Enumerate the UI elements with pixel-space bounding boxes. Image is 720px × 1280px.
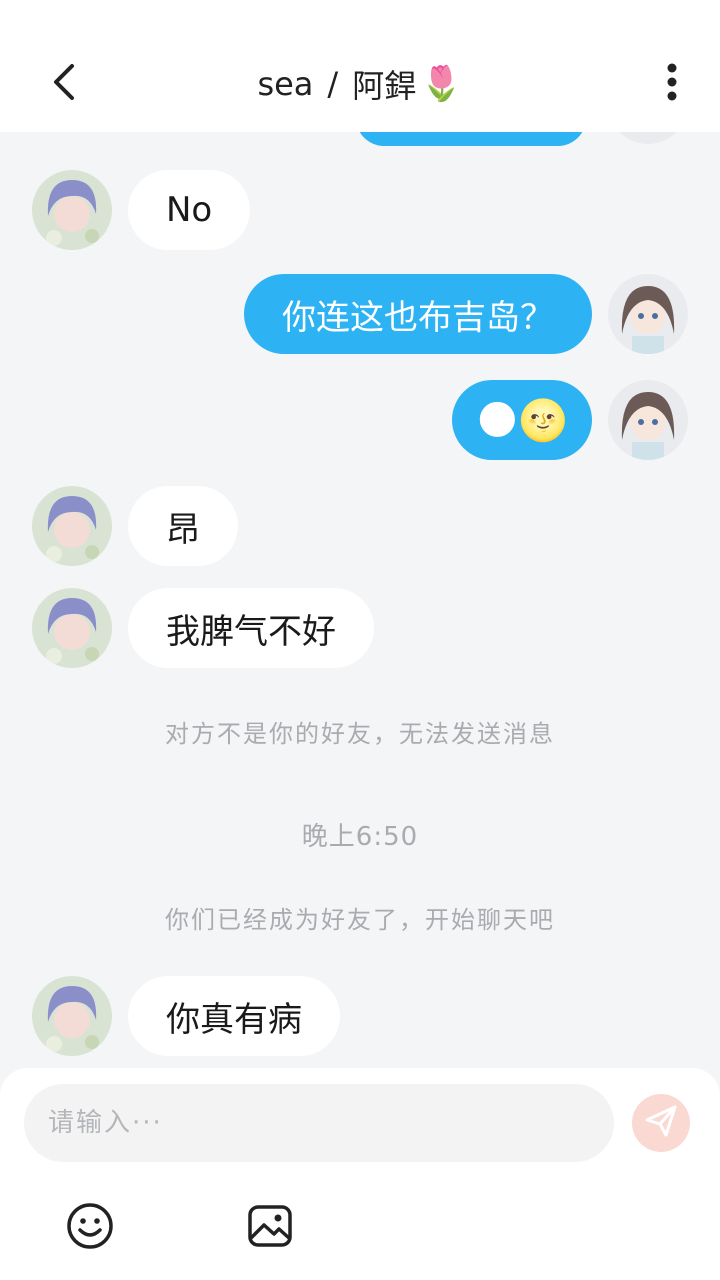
message-emoji: 🌑🌝	[476, 397, 568, 444]
message-text: No	[166, 190, 213, 230]
more-button[interactable]	[650, 62, 694, 106]
image-icon	[246, 1202, 294, 1254]
send-button[interactable]	[632, 1094, 690, 1152]
message-bubble[interactable]: 你真有病	[128, 976, 340, 1056]
message-bubble[interactable]: 🌑🌝	[452, 380, 592, 460]
timestamp: 晚上6:50	[301, 822, 419, 852]
system-notice-not-friend: 对方不是你的好友，无法发送消息	[165, 720, 555, 748]
message-text: 你真有病	[166, 999, 302, 1040]
image-button[interactable]	[238, 1196, 302, 1260]
message-list[interactable]: No 你连这也布吉岛？ 🌑🌝 昂 我脾气不好 对方不是你的好友，无法发送消息 晚…	[0, 0, 720, 1070]
avatar-self[interactable]	[608, 274, 688, 354]
avatar-self[interactable]	[608, 380, 688, 460]
composer	[0, 1068, 720, 1280]
contact-name-left: sea	[257, 65, 314, 103]
message-text: 昂	[166, 509, 200, 550]
message-text: 你连这也布吉岛？	[282, 297, 554, 338]
message-bubble[interactable]: 昂	[128, 486, 238, 566]
avatar-contact[interactable]	[32, 976, 112, 1056]
chat-title: sea / 阿銲 🌷	[0, 62, 720, 106]
tulip-icon: 🌷	[420, 64, 463, 104]
emoji-button[interactable]	[58, 1196, 122, 1260]
contact-name-right: 阿銲	[352, 67, 417, 105]
message-input[interactable]	[24, 1084, 614, 1162]
smiley-icon	[66, 1202, 114, 1254]
message-text: 我脾气不好	[166, 611, 336, 652]
avatar-contact[interactable]	[32, 588, 112, 668]
send-icon	[644, 1104, 678, 1142]
message-bubble[interactable]: No	[128, 170, 251, 250]
name-separator: /	[327, 65, 339, 103]
message-bubble[interactable]: 你连这也布吉岛？	[244, 274, 592, 354]
chat-header: sea / 阿銲 🌷	[0, 0, 720, 132]
avatar-contact[interactable]	[32, 486, 112, 566]
more-vertical-icon	[666, 62, 678, 106]
system-notice-now-friends: 你们已经成为好友了，开始聊天吧	[165, 906, 555, 934]
avatar-contact[interactable]	[32, 170, 112, 250]
message-bubble[interactable]: 我脾气不好	[128, 588, 374, 668]
